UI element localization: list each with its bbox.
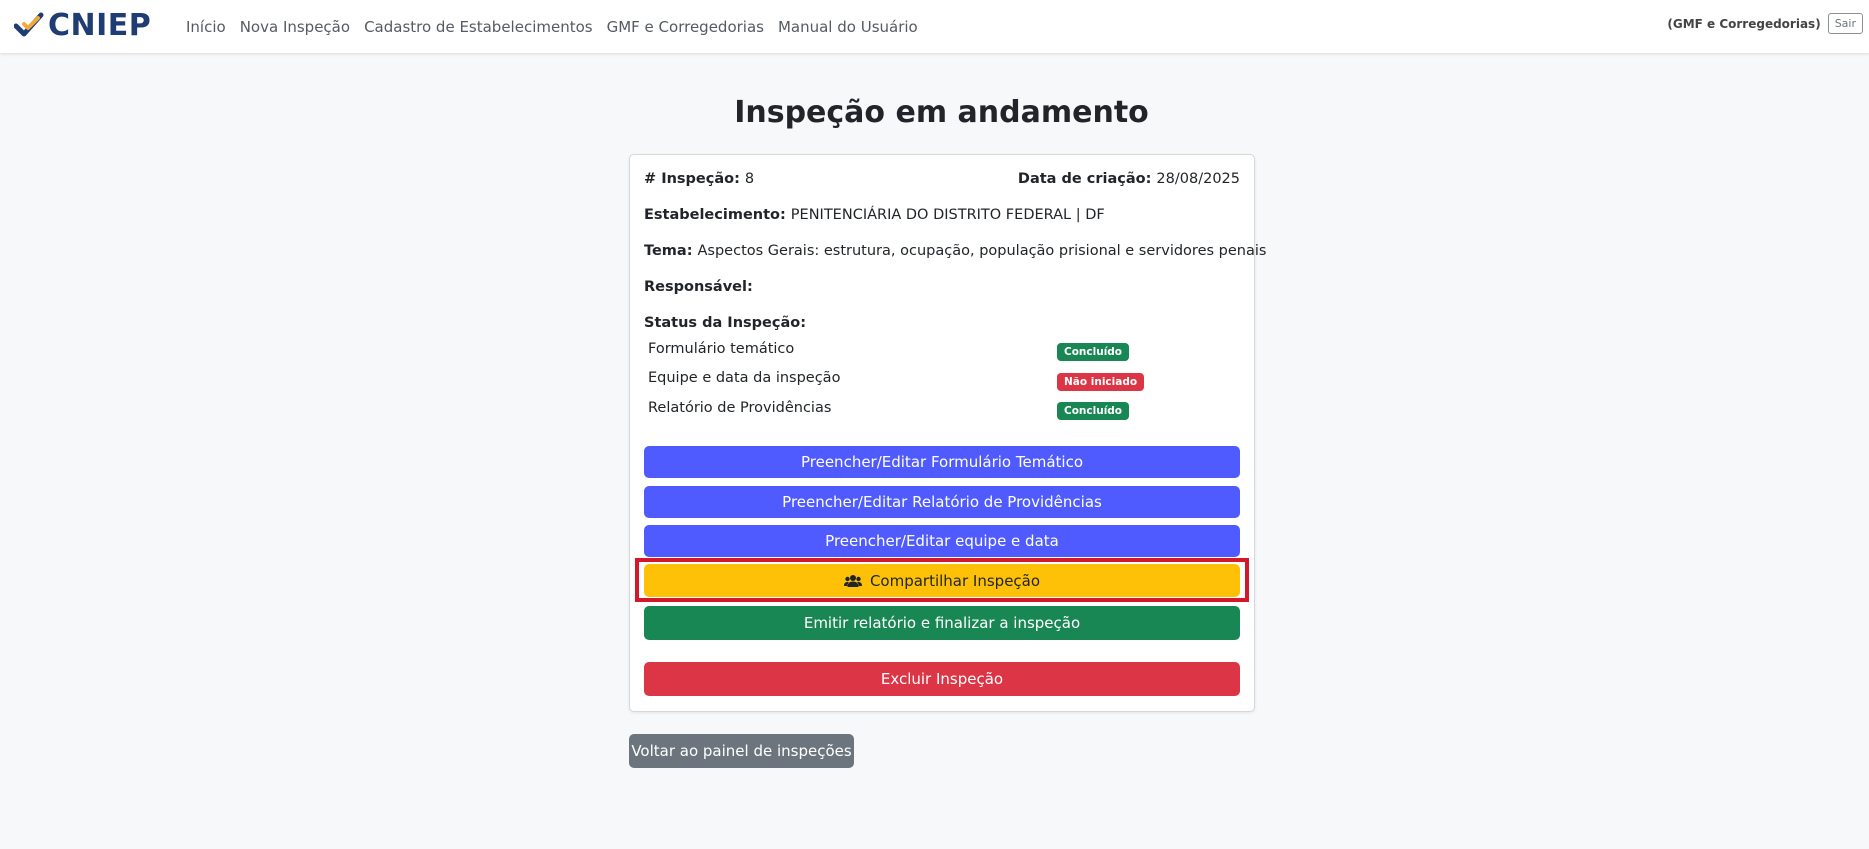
inspection-number-label: # Inspeção: [644, 171, 740, 187]
inspection-card: # Inspeção: 8 Data de criação: 28/08/2025 … [629, 154, 1266, 712]
theme-label: Tema: [644, 243, 693, 259]
establishment-value: PENITENCIÁRIA DO DISTRITO FEDERAL | DF [790, 207, 1105, 223]
inspection-number: 8 [744, 171, 755, 187]
responsible-label: Responsável: [644, 279, 753, 295]
share-inspection-label: Compartilhar Inspeção [869, 571, 1041, 590]
edit-team-button[interactable]: Preencher/Editar equipe e data [644, 525, 1240, 557]
theme-value: Aspectos Gerais: estrutura, ocupação, po… [697, 243, 1267, 259]
theme-row: Tema: Aspectos Gerais: estrutura, ocupaçã… [644, 241, 1266, 261]
establishment-label: Estabelecimento: [644, 207, 786, 223]
users-icon [843, 574, 862, 587]
creation-date-label: Data de criação: [1017, 171, 1152, 187]
brand-logo[interactable]: CNIEP [14, 8, 151, 44]
nav-user-area: (GMF e Corregedorias) Sair [1667, 13, 1863, 34]
nav-link-manual[interactable]: Manual do Usuário [778, 18, 918, 36]
establishment-row: Estabelecimento: PENITENCIÁRIA DO DISTRIT… [644, 205, 1240, 225]
nav-link-cadastro[interactable]: Cadastro de Estabelecimentos [364, 18, 593, 36]
page-title: Inspeção em andamento [734, 95, 1149, 130]
delete-inspection-button[interactable]: Excluir Inspeção [644, 662, 1240, 696]
edit-report-button[interactable]: Preencher/Editar Relatório de Providênci… [644, 486, 1240, 518]
status-item-team: Equipe e data da inspeção [648, 370, 841, 386]
status-badge-report: Concluído [1057, 402, 1130, 420]
user-label: (GMF e Corregedorias) [1667, 16, 1821, 31]
status-badge-form: Concluído [1057, 343, 1130, 361]
status-header-row: Status da Inspeção: [644, 313, 1240, 333]
status-item-form: Formulário temático [648, 341, 795, 357]
nav-link-nova-inspecao[interactable]: Nova Inspeção [240, 18, 350, 36]
brand-name: CNIEP [48, 8, 152, 43]
status-label: Status da Inspeção: [644, 315, 807, 331]
nav-link-inicio[interactable]: Início [186, 18, 226, 36]
creation-date-row: Data de criação: 28/08/2025 [1018, 169, 1240, 189]
top-navbar: CNIEP Início Nova Inspeção Cadastro de E… [0, 0, 1869, 53]
finalize-inspection-button[interactable]: Emitir relatório e finalizar a inspeção [644, 606, 1240, 640]
creation-date: 28/08/2025 [1156, 171, 1240, 187]
nav-links: Início Nova Inspeção Cadastro de Estabel… [186, 0, 932, 53]
status-item-report: Relatório de Providências [648, 400, 832, 416]
back-to-dashboard-button[interactable]: Voltar ao painel de inspeções [629, 734, 854, 768]
responsible-row: Responsável: [644, 277, 1240, 297]
status-badge-team: Não iniciado [1057, 373, 1145, 391]
edit-form-button[interactable]: Preencher/Editar Formulário Temático [644, 446, 1240, 478]
nav-link-gmf[interactable]: GMF e Corregedorias [607, 18, 764, 36]
share-inspection-button[interactable]: Compartilhar Inspeção [644, 564, 1240, 597]
logout-button[interactable]: Sair [1827, 13, 1863, 34]
check-logo-icon [14, 12, 44, 37]
